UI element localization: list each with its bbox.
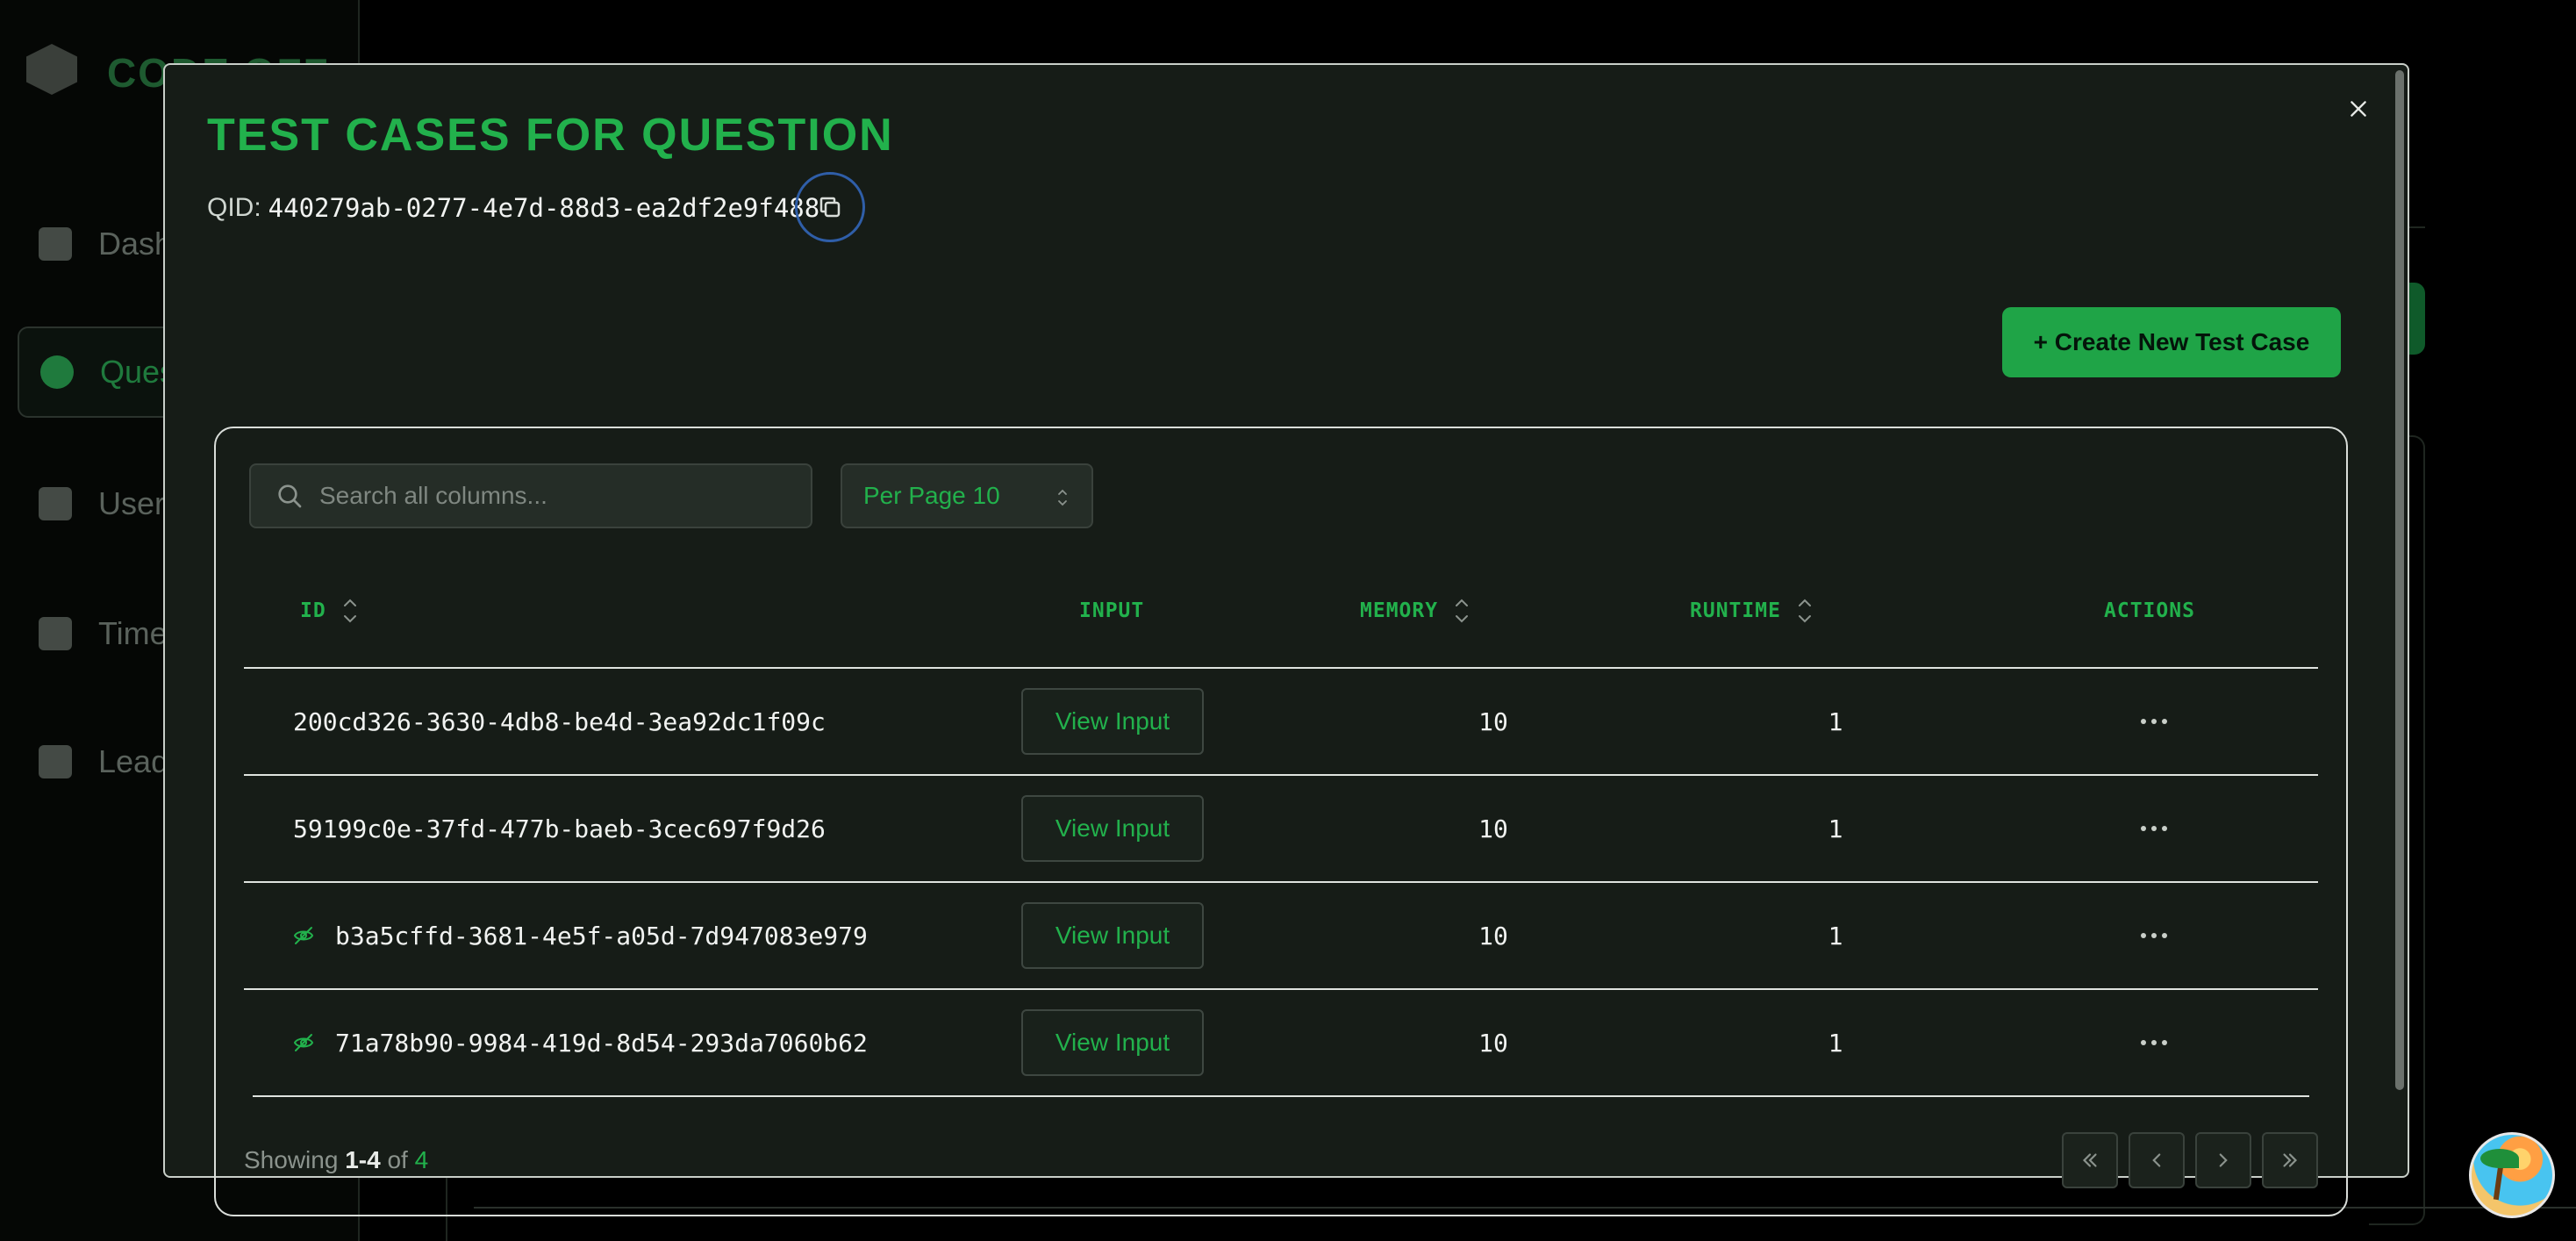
last-page-icon (2283, 1153, 2298, 1167)
runtime-value: 1 (1828, 1029, 1843, 1058)
runtime-value: 1 (1828, 814, 1843, 843)
qid-value: 440279ab-0277-4e7d-88d3-ea2df2e9f488 (268, 193, 820, 223)
sort-icon[interactable] (1452, 593, 1471, 628)
memory-value: 10 (1478, 814, 1508, 843)
table-divider (244, 667, 2318, 669)
sort-icon[interactable] (340, 593, 360, 628)
prev-page-button[interactable] (2129, 1132, 2185, 1188)
runtime-value: 1 (1828, 922, 1843, 950)
memory-value: 10 (1478, 707, 1508, 736)
more-horizontal-icon (2141, 933, 2146, 938)
first-page-icon (2082, 1153, 2097, 1167)
eye-off-icon (293, 927, 314, 944)
column-header-actions: ACTIONS (2104, 599, 2195, 622)
view-input-button[interactable]: View Input (1021, 688, 1204, 755)
column-header-id[interactable]: ID (300, 597, 360, 625)
more-horizontal-icon (2141, 719, 2146, 724)
table-row-id: b3a5cffd-3681-4e5f-a05d-7d947083e979 (293, 918, 868, 953)
row-actions-button[interactable] (2134, 1025, 2174, 1060)
next-page-icon (2219, 1153, 2228, 1167)
row-actions-button[interactable] (2134, 811, 2174, 846)
create-test-case-button[interactable]: + Create New Test Case (2002, 307, 2341, 377)
column-header-runtime[interactable]: RUNTIME (1690, 597, 1814, 625)
qid-label: QID: (207, 193, 261, 222)
view-input-button[interactable]: View Input (1021, 902, 1204, 969)
sort-icon[interactable] (1795, 593, 1814, 628)
qid-row: QID: 440279ab-0277-4e7d-88d3-ea2df2e9f48… (207, 188, 819, 228)
app-logo-icon (26, 44, 77, 95)
search-input[interactable] (319, 482, 793, 510)
close-button[interactable] (2341, 91, 2376, 126)
search-icon (278, 484, 302, 508)
memory-value: 10 (1478, 922, 1508, 950)
per-page-select[interactable]: Per Page 10 (841, 463, 1093, 528)
clock-icon (39, 617, 72, 650)
modal-scrollbar[interactable] (2395, 70, 2404, 1090)
first-page-button[interactable] (2062, 1132, 2118, 1188)
runtime-value: 1 (1828, 707, 1843, 736)
next-page-button[interactable] (2195, 1132, 2251, 1188)
view-input-button[interactable]: View Input (1021, 1009, 1204, 1076)
eye-off-icon (293, 1034, 314, 1051)
modal-title: TEST CASES FOR QUESTION (207, 110, 894, 161)
question-icon (40, 355, 74, 389)
copy-qid-button[interactable] (795, 172, 865, 242)
prev-page-icon (2152, 1153, 2161, 1167)
close-icon (2351, 101, 2366, 117)
home-icon (39, 227, 72, 261)
chevron-updown-icon (1058, 489, 1067, 506)
table-divider (244, 881, 2318, 883)
column-header-input: INPUT (1079, 599, 1145, 622)
view-input-button[interactable]: View Input (1021, 795, 1204, 862)
pagination-summary: Showing 1-4 of 4 (244, 1146, 429, 1173)
user-icon (39, 487, 72, 520)
row-actions-button[interactable] (2134, 704, 2174, 739)
user-avatar[interactable] (2469, 1132, 2555, 1218)
more-horizontal-icon (2141, 826, 2146, 831)
table-row-id: 200cd326-3630-4db8-be4d-3ea92dc1f09c (293, 707, 826, 736)
table-row-id: 59199c0e-37fd-477b-baeb-3cec697f9d26 (293, 814, 826, 843)
table-row-id: 71a78b90-9984-419d-8d54-293da7060b62 (293, 1025, 868, 1060)
search-field[interactable] (249, 463, 812, 528)
table-divider (253, 1095, 2309, 1097)
last-page-button[interactable] (2262, 1132, 2318, 1188)
table-divider (244, 774, 2318, 776)
table-divider (244, 988, 2318, 990)
copy-icon (819, 197, 841, 218)
per-page-value: Per Page 10 (863, 482, 1000, 509)
chart-icon (39, 745, 72, 778)
more-horizontal-icon (2141, 1040, 2146, 1045)
column-header-memory[interactable]: MEMORY (1360, 597, 1471, 625)
memory-value: 10 (1478, 1029, 1508, 1058)
row-actions-button[interactable] (2134, 918, 2174, 953)
